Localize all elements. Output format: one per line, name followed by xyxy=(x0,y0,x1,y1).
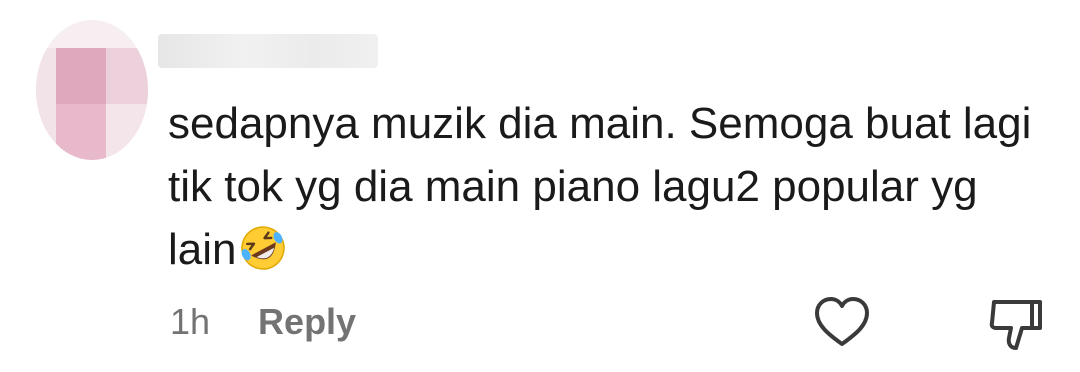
comment-meta: 1h Reply xyxy=(170,300,356,344)
comment-item: sedapnya muzik dia main. Semoga buat lag… xyxy=(0,0,1080,372)
heart-icon[interactable] xyxy=(812,294,872,350)
avatar[interactable] xyxy=(36,20,148,160)
reply-button[interactable]: Reply xyxy=(258,301,356,343)
username-redacted[interactable] xyxy=(158,34,378,68)
rolling-on-the-floor-laughing-icon xyxy=(239,224,287,272)
timestamp: 1h xyxy=(170,301,211,342)
comment-body: sedapnya muzik dia main. Semoga buat lag… xyxy=(168,92,1048,281)
comment-text: sedapnya muzik dia main. Semoga buat lag… xyxy=(168,99,1032,274)
thumbs-down-icon[interactable] xyxy=(986,294,1046,354)
